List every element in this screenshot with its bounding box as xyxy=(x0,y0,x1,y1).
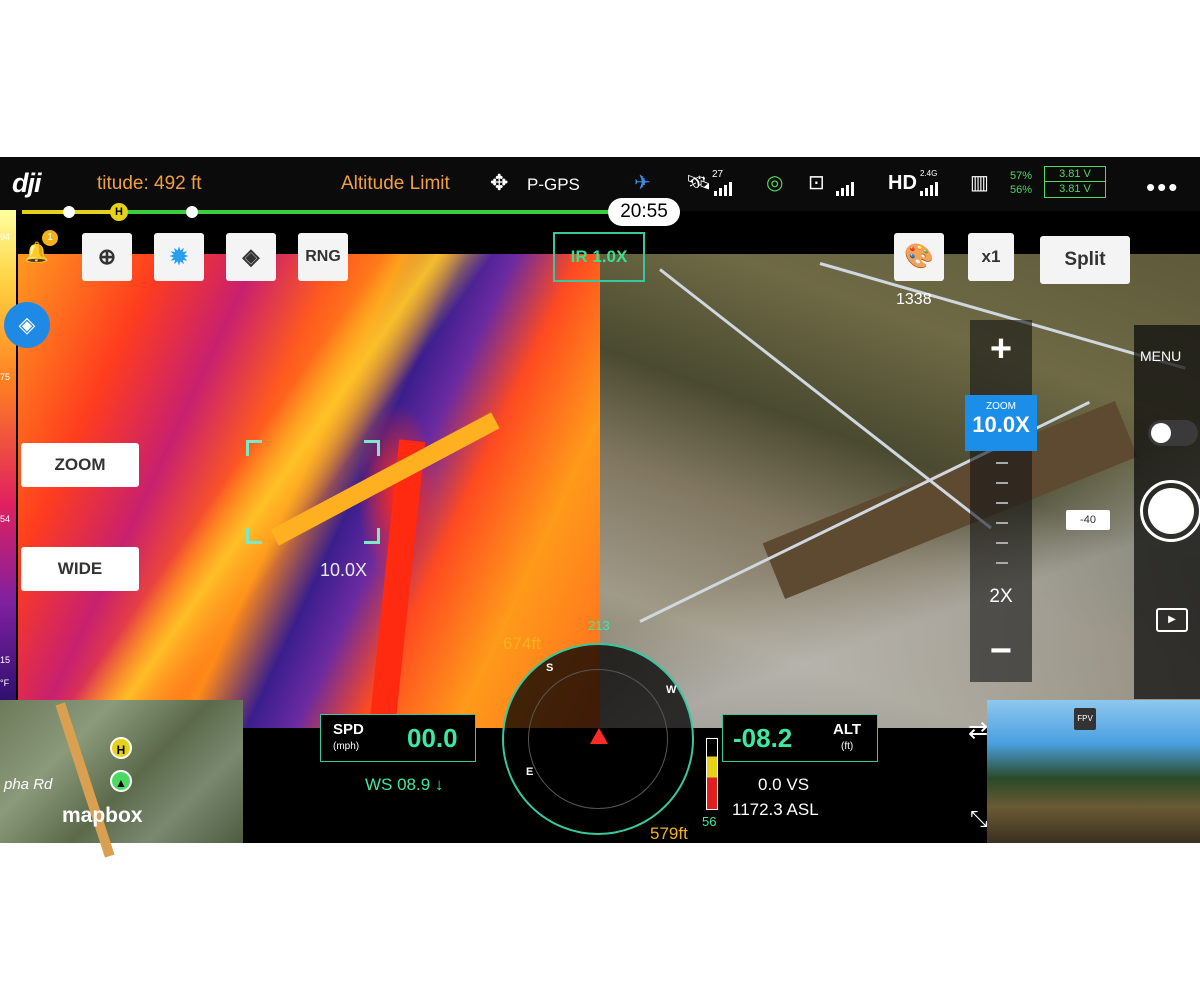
drone-icon: ✥ xyxy=(490,170,509,195)
zoom-tick xyxy=(996,482,1008,484)
camera-menu-button[interactable]: MENU xyxy=(1140,348,1181,364)
hd-label[interactable]: HD xyxy=(888,172,917,195)
photo-video-toggle[interactable] xyxy=(1148,420,1198,446)
altitude-box: -08.2 ALT (ft) xyxy=(722,714,878,762)
vertical-speed: 0.0 VS xyxy=(758,775,810,794)
satellite-signal-bars xyxy=(714,180,732,196)
flight-time: 20:55 xyxy=(608,198,680,226)
drone-pin-icon: ▲ xyxy=(110,770,132,792)
wide-button[interactable]: WIDE xyxy=(21,547,139,591)
light-icon[interactable]: ✹ xyxy=(154,233,204,281)
battery-icon[interactable]: ▥ xyxy=(970,170,989,195)
split-button[interactable]: Split xyxy=(1040,236,1130,284)
altitude-limit-warning[interactable]: Altitude Limit xyxy=(341,173,450,195)
wind-speed: WS 08.9 ↓ xyxy=(365,775,444,794)
battery-voltage-box: 3.81 V 3.81 V xyxy=(1044,166,1106,198)
palette-label: 15 xyxy=(0,655,11,665)
fpv-label: FPV xyxy=(1074,708,1096,730)
ir-zoom-badge[interactable]: IR 1.0X xyxy=(553,232,645,282)
timeline-dot xyxy=(186,206,198,218)
collapse-icon[interactable]: ⤡ xyxy=(970,806,988,832)
recording-count: 1338 xyxy=(896,291,932,308)
palette-label: °F xyxy=(0,678,10,688)
battery-voltage-1: 3.81 V xyxy=(1045,167,1105,182)
compass-w: W xyxy=(666,684,677,696)
swap-icon[interactable]: ⇄ xyxy=(968,716,988,745)
focus-corner xyxy=(246,528,262,544)
shutter-button[interactable] xyxy=(1140,480,1200,542)
alt-label: ALT xyxy=(833,721,862,738)
zoom-in-button[interactable]: + xyxy=(970,326,1032,372)
palette-label: 75 xyxy=(0,372,11,382)
satellite-count: 27 xyxy=(712,169,724,180)
flight-mode[interactable]: P-GPS xyxy=(527,175,580,195)
rc-signal-bars xyxy=(836,180,854,196)
thermal-palette-scale xyxy=(0,210,16,700)
focus-corner xyxy=(364,440,380,456)
zoom-tick xyxy=(996,562,1008,564)
asl-altitude: 1172.3 ASL xyxy=(732,800,819,819)
satellite-icon[interactable]: 🛰 xyxy=(686,170,711,195)
toggle-knob xyxy=(1151,423,1171,443)
focus-box[interactable] xyxy=(246,440,380,544)
ev-value[interactable]: -40 xyxy=(1066,510,1110,530)
spd-unit: (mph) xyxy=(333,741,360,752)
navigation-icon[interactable]: ◈ xyxy=(226,233,276,281)
home-distance-top: 674ft xyxy=(503,634,541,653)
focus-corner xyxy=(246,440,262,456)
zoom-value-box[interactable]: ZOOM 10.0X xyxy=(965,395,1037,451)
x1-button[interactable]: x1 xyxy=(968,233,1014,281)
zoom-out-button[interactable]: − xyxy=(970,628,1032,674)
battery-voltage-2: 3.81 V xyxy=(1059,183,1091,195)
notification-badge: 1 xyxy=(42,230,58,246)
palette-label: 94 xyxy=(0,232,11,242)
alt-value: -08.2 xyxy=(733,723,793,753)
altitude-readout: titude: 492 ft xyxy=(97,173,202,194)
compass-e: E xyxy=(526,766,534,778)
map-road-label: pha Rd xyxy=(4,776,53,793)
shutter-inner xyxy=(1148,488,1194,534)
visibility-icon[interactable]: ◈ xyxy=(4,302,50,348)
battery-percent-2: 56% xyxy=(1010,184,1033,196)
zoom-tick xyxy=(996,462,1008,464)
gimbal-icon[interactable]: ⊕ xyxy=(82,233,132,281)
palette-label: 54 xyxy=(0,514,11,524)
hd-signal-bars xyxy=(920,180,938,196)
home-distance-bottom: 579ft xyxy=(650,824,688,843)
mapbox-logo: mapbox xyxy=(62,804,143,827)
zoom-overlay-label: 10.0X xyxy=(320,560,368,580)
rng-button[interactable]: RNG xyxy=(298,233,348,281)
aircraft-heading-icon xyxy=(590,728,608,744)
zoom-value: 10.0X xyxy=(972,412,1030,437)
dji-logo: dji xyxy=(12,168,41,198)
zoom-tick xyxy=(996,502,1008,504)
plane-signal-icon: ✈ xyxy=(634,172,651,194)
playback-icon[interactable]: ▶ xyxy=(1156,608,1188,632)
heading-value: 213 xyxy=(588,618,610,633)
altitude-bar xyxy=(706,738,718,810)
home-pin-icon: H xyxy=(110,737,132,759)
compass-s: S xyxy=(546,662,554,674)
zoom-button[interactable]: ZOOM xyxy=(21,443,139,487)
hd-band: 2.4G xyxy=(920,169,938,178)
alt-unit: (ft) xyxy=(841,741,854,752)
altitude-bar-value: 56 xyxy=(702,814,717,829)
more-dots-icon[interactable]: ••• xyxy=(1146,172,1179,203)
home-marker: H xyxy=(110,203,128,221)
remote-controller-icon[interactable]: ⊡ xyxy=(808,170,825,195)
top-status-bar: dji titude: 492 ft Altitude Limit ✥ P-GP… xyxy=(0,157,1200,211)
spd-label: SPD xyxy=(333,721,364,738)
spd-value: 00.0 xyxy=(407,723,458,753)
zoom-title: ZOOM xyxy=(986,401,1016,412)
zoom-2x-label: 2X xyxy=(989,586,1013,607)
speed-box: SPD (mph) 00.0 xyxy=(320,714,476,762)
palette-icon[interactable]: 🎨 xyxy=(894,233,944,281)
focus-corner xyxy=(364,528,380,544)
zoom-tick xyxy=(996,522,1008,524)
zoom-tick xyxy=(996,542,1008,544)
battery-percent-1: 57% xyxy=(1010,170,1033,182)
timeline-dot xyxy=(63,206,75,218)
rtk-icon[interactable]: ◎ xyxy=(766,170,783,195)
